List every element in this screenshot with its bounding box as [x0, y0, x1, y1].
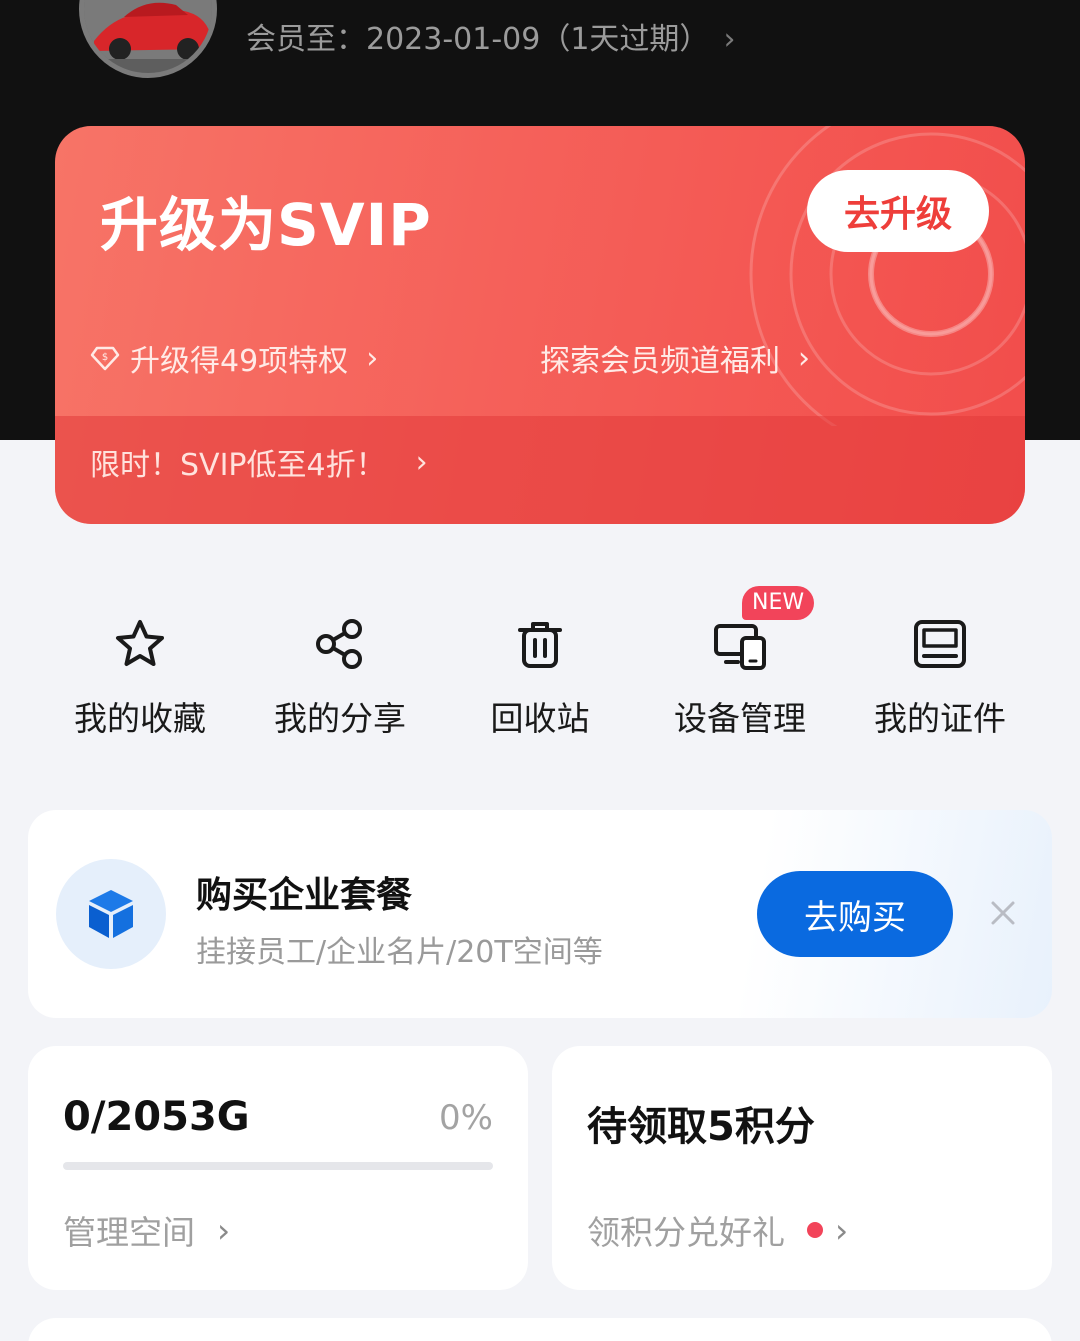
- points-card[interactable]: 待领取5积分 领积分兑好礼 ›: [552, 1046, 1052, 1290]
- quick-action-label: 设备管理: [674, 699, 806, 738]
- storage-card[interactable]: 0/2053G 0% 管理空间 ›: [28, 1046, 528, 1290]
- quick-action-label: 我的收藏: [74, 699, 206, 738]
- svg-text:$: $: [102, 352, 108, 363]
- devices-icon: [714, 624, 766, 670]
- redeem-points-link[interactable]: 领积分兑好礼 ›: [587, 1206, 848, 1254]
- next-card-peek: [28, 1318, 1052, 1341]
- manage-space-link[interactable]: 管理空间 ›: [63, 1206, 230, 1254]
- manage-space-label: 管理空间: [63, 1213, 195, 1252]
- enterprise-plan-card[interactable]: 购买企业套餐 挂接员工/企业名片/20T空间等 去购买: [28, 810, 1052, 1018]
- privileges-link[interactable]: $ 升级得49项特权 ›: [90, 338, 379, 379]
- quick-action-shares[interactable]: 我的分享: [240, 610, 440, 750]
- id-card-icon: [914, 620, 966, 668]
- avatar[interactable]: [79, 0, 217, 78]
- buy-button[interactable]: 去购买: [757, 871, 953, 957]
- more-icon[interactable]: [970, 0, 1014, 6]
- chevron-right-icon: ›: [798, 340, 810, 376]
- close-icon[interactable]: [988, 898, 1018, 928]
- cube-icon: [89, 890, 133, 938]
- points-title: 待领取5积分: [587, 1104, 815, 1150]
- quick-action-label: 我的分享: [274, 699, 406, 738]
- diamond-coin-icon: $: [90, 346, 120, 371]
- quick-action-devices[interactable]: NEW 设备管理: [640, 586, 840, 750]
- quick-action-favorites[interactable]: 我的收藏: [40, 610, 240, 750]
- enterprise-icon-badge: [56, 859, 166, 969]
- quick-actions: 我的收藏 我的分享 回收站 NEW 设备管理 我的证件: [40, 586, 1040, 750]
- explore-benefits-link[interactable]: 探索会员频道福利 ›: [540, 338, 810, 380]
- upgrade-button[interactable]: 去升级: [807, 170, 989, 252]
- svip-title: 升级为SVIP: [100, 191, 432, 259]
- chevron-right-icon: ›: [217, 1210, 231, 1250]
- chevron-right-icon: ›: [415, 444, 428, 480]
- svip-promo[interactable]: 限时！SVIP低至4折！ ›: [90, 440, 428, 484]
- trash-icon: [518, 622, 562, 668]
- profile-page: 会员至：2023-01-09（1天过期） › 升级为SVIP 去升级 $ 升级得: [0, 0, 1080, 1341]
- explore-benefits-label: 探索会员频道福利: [540, 344, 780, 379]
- notification-dot: [807, 1222, 823, 1238]
- new-badge: NEW: [742, 586, 815, 620]
- quick-action-documents[interactable]: 我的证件: [840, 610, 1040, 750]
- quick-action-label: 我的证件: [874, 699, 1006, 738]
- storage-percent: 0%: [439, 1098, 493, 1138]
- svip-upgrade-card[interactable]: 升级为SVIP 去升级 $ 升级得49项特权 › 探索会员频道福利 › 限时！S…: [55, 126, 1025, 524]
- chevron-right-icon: ›: [835, 1210, 849, 1250]
- membership-expiry[interactable]: 会员至：2023-01-09（1天过期） ›: [246, 18, 735, 62]
- privileges-link-label: 升级得49项特权: [130, 344, 349, 379]
- storage-progress-bar: [63, 1162, 493, 1170]
- svip-promo-text: 限时！SVIP低至4折！: [90, 448, 386, 483]
- enterprise-title: 购买企业套餐: [196, 875, 413, 916]
- share-icon: [316, 619, 362, 669]
- svip-promo-bar[interactable]: 限时！SVIP低至4折！ ›: [55, 416, 1025, 524]
- redeem-points-label: 领积分兑好礼: [587, 1213, 785, 1252]
- membership-expiry-text: 会员至：2023-01-09（1天过期）: [246, 22, 710, 57]
- storage-usage: 0/2053G: [63, 1094, 250, 1140]
- chevron-right-icon: ›: [366, 340, 379, 376]
- chevron-right-icon: ›: [723, 22, 736, 57]
- quick-action-recycle-bin[interactable]: 回收站: [440, 610, 640, 750]
- enterprise-subtitle: 挂接员工/企业名片/20T空间等: [196, 935, 603, 970]
- star-icon: [116, 620, 164, 666]
- quick-action-label: 回收站: [490, 699, 590, 738]
